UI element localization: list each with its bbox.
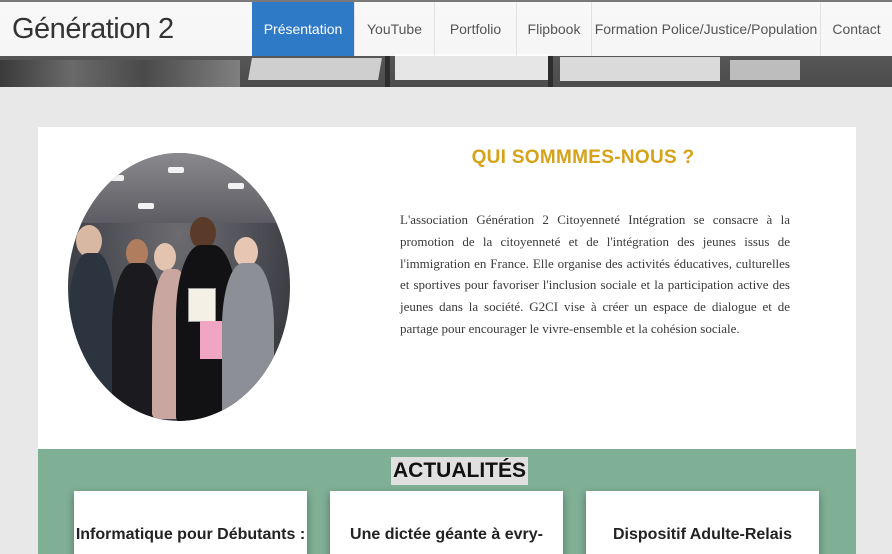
banner-background-photo xyxy=(0,60,240,87)
news-section: ACTUALITÉS Informatique pour Débutants :… xyxy=(38,449,856,554)
nav-item-youtube[interactable]: YouTube xyxy=(354,2,434,56)
nav-item-contact[interactable]: Contact xyxy=(820,2,892,56)
about-section: QUI SOMMMES-NOUS ? L'association Générat… xyxy=(38,127,856,449)
news-card-title[interactable]: Dispositif Adulte-Relais xyxy=(586,523,819,547)
news-card[interactable]: Dispositif Adulte-Relais xyxy=(586,491,819,554)
news-card-title[interactable]: Informatique pour Débutants : xyxy=(74,523,307,547)
group-photo xyxy=(68,153,290,421)
nav-item-presentation[interactable]: Présentation xyxy=(252,2,354,56)
nav-item-formation[interactable]: Formation Police/Justice/Population xyxy=(591,2,820,56)
site-brand[interactable]: Génération 2 xyxy=(0,2,252,56)
news-card-title[interactable]: Une dictée géante à evry- xyxy=(330,523,563,547)
nav-item-flipbook[interactable]: Flipbook xyxy=(516,2,591,56)
about-description: L'association Génération 2 Citoyenneté I… xyxy=(400,212,790,336)
nav-item-portfolio[interactable]: Portfolio xyxy=(434,2,516,56)
about-title: QUI SOMMMES-NOUS ? xyxy=(471,147,695,168)
news-card[interactable]: Une dictée géante à evry- xyxy=(330,491,563,554)
news-card[interactable]: Informatique pour Débutants : xyxy=(74,491,307,554)
top-navbar: Génération 2 Présentation YouTube Portfo… xyxy=(0,2,892,56)
nav-menu: Présentation YouTube Portfolio Flipbook … xyxy=(252,2,892,56)
news-heading: ACTUALITÉS xyxy=(391,457,528,485)
